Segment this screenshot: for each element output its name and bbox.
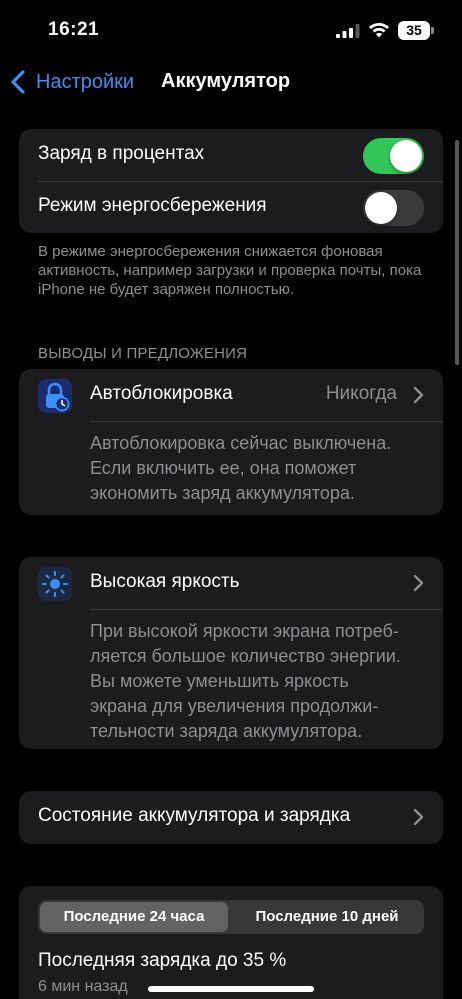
battery-health-label: Состояние аккумулятора и зарядка (38, 805, 351, 826)
back-button[interactable]: Настройки (8, 64, 134, 100)
toggle-knob (365, 192, 397, 224)
insights-section-header: ВЫВОДЫ И ПРЕДЛОЖЕНИЯ (38, 345, 248, 362)
usage-period-segmented-control: Последние 24 часа Последние 10 дней (38, 900, 424, 934)
home-indicator[interactable] (148, 986, 314, 992)
chevron-right-icon (413, 574, 424, 592)
lock-clock-icon (38, 379, 72, 413)
battery-percent: 35 (406, 22, 422, 38)
battery-toggles-group: Заряд в процентах Режим энергосбережения (19, 129, 443, 233)
description-line: Если включить ее, она поможет (90, 458, 357, 478)
battery-icon: 35 (398, 21, 434, 40)
battery-health-row[interactable]: Состояние аккумулятора и зарядка (19, 791, 443, 844)
tab-last-24-hours[interactable]: Последние 24 часа (40, 902, 228, 932)
status-time: 16:21 (48, 19, 100, 40)
low-power-mode-label: Режим энергосбережения (38, 195, 267, 216)
autolock-value: Никогда (325, 383, 397, 404)
autolock-card[interactable]: Автоблокировка Никогда Автоблокировка се… (19, 369, 443, 515)
low-power-mode-row: Режим энергосбережения (19, 181, 443, 233)
scrollbar[interactable] (455, 140, 459, 365)
high-brightness-card[interactable]: Высокая яркость При высокой яркости экра… (19, 557, 443, 749)
toggle-knob (390, 140, 422, 172)
autolock-label: Автоблокировка (90, 383, 233, 404)
low-power-mode-toggle[interactable] (363, 190, 424, 226)
description-line: ляется большое количество энергии. (90, 646, 401, 666)
battery-percentage-toggle[interactable] (363, 138, 424, 174)
tab-last-10-days[interactable]: Последние 10 дней (232, 902, 422, 932)
battery-percentage-row: Заряд в процентах (19, 129, 443, 181)
battery-percentage-label: Заряд в процентах (38, 143, 205, 164)
description-line: экрана для увеличения продолжи- (90, 696, 379, 716)
last-charge-label: Последняя зарядка до 35 % (38, 950, 287, 971)
wifi-icon (369, 23, 389, 38)
high-brightness-description: При высокой яркости экрана потреб- ляетс… (90, 619, 428, 744)
low-power-mode-footnote: В режиме энергосбережения снижается фоно… (38, 243, 422, 298)
page-title: Аккумулятор (161, 70, 291, 92)
description-line: Вы можете уменьшить яркость (90, 671, 349, 691)
battery-usage-card: Последние 24 часа Последние 10 дней Посл… (19, 886, 443, 999)
status-bar: 16:21 35 (0, 0, 462, 62)
description-line: тельности заряда аккумулятора. (90, 721, 363, 741)
last-charge-time: 6 мин назад (38, 978, 128, 995)
high-brightness-label: Высокая яркость (90, 571, 240, 592)
chevron-left-icon (11, 70, 25, 94)
description-line: При высокой яркости экрана потреб- (90, 621, 399, 641)
cellular-signal-icon (336, 24, 360, 38)
divider (90, 421, 443, 422)
description-line: Автоблокировка сейчас выключена. (90, 433, 392, 453)
description-line: экономить заряд аккумулятора. (90, 483, 355, 503)
back-button-label: Настройки (36, 70, 135, 93)
chevron-right-icon (413, 386, 424, 404)
sun-icon (38, 567, 72, 601)
chevron-right-icon (413, 808, 424, 826)
divider (90, 609, 443, 610)
autolock-description: Автоблокировка сейчас выключена. Если вк… (90, 431, 428, 506)
